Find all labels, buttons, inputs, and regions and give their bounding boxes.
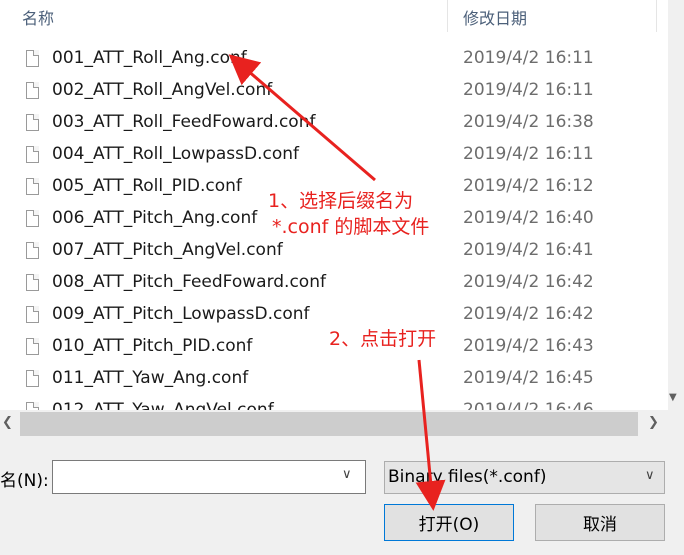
filename-input[interactable] [52,460,366,494]
scroll-right-arrow-icon[interactable]: ❯ [648,415,659,430]
open-button[interactable]: 打开(O) [384,504,514,541]
file-name: 002_ATT_Roll_AngVel.conf [52,80,273,100]
file-icon [26,306,39,323]
horizontal-scrollbar-thumb[interactable] [20,412,638,436]
chevron-down-icon[interactable]: ∨ [645,468,655,483]
vertical-scrollbar[interactable] [668,0,684,410]
file-modified-date: 2019/4/2 16:45 [463,368,594,388]
file-row[interactable]: 002_ATT_Roll_AngVel.conf 2019/4/2 16:11 [0,76,668,108]
file-modified-date: 2019/4/2 16:11 [463,48,594,68]
filetype-selected-value: Binary files(*.conf) [388,467,547,487]
file-name: 008_ATT_Pitch_FeedFoward.conf [52,272,326,292]
file-name: 004_ATT_Roll_LowpassD.conf [52,144,300,164]
column-divider[interactable] [447,0,448,32]
filename-label: 名(N): [0,471,49,491]
file-icon [26,114,39,131]
chevron-down-icon[interactable]: ∨ [342,467,352,482]
file-icon [26,338,39,355]
sort-caret-icon: ˄ [229,0,234,7]
file-name: 003_ATT_Roll_FeedFoward.conf [52,112,316,132]
file-name: 011_ATT_Yaw_Ang.conf [52,368,249,388]
column-header-bar: 名称 ˄ 修改日期 [0,0,668,32]
file-row[interactable]: 008_ATT_Pitch_FeedFoward.conf 2019/4/2 16… [0,268,668,300]
file-modified-date: 2019/4/2 16:38 [463,112,594,132]
file-modified-date: 2019/4/2 16:43 [463,336,594,356]
file-row[interactable]: 001_ATT_Roll_Ang.conf 2019/4/2 16:11 [0,44,668,76]
annotation-step1-line2: *.conf 的脚本文件 [272,216,430,238]
annotation-step2: 2、点击打开 [329,328,437,350]
file-name: 006_ATT_Pitch_Ang.conf [52,208,258,228]
file-name: 005_ATT_Roll_PID.conf [52,176,242,196]
file-modified-date: 2019/4/2 16:42 [463,272,594,292]
column-header-modified[interactable]: 修改日期 [463,5,527,29]
file-icon [26,82,39,99]
file-modified-date: 2019/4/2 16:46 [463,400,594,410]
file-icon [26,274,39,291]
file-icon [26,50,39,67]
file-modified-date: 2019/4/2 16:12 [463,176,594,196]
file-row[interactable]: 012_ATT_Yaw_AngVel.conf 2019/4/2 16:46 [0,396,668,410]
file-name: 001_ATT_Roll_Ang.conf [52,48,247,68]
file-name: 007_ATT_Pitch_AngVel.conf [52,240,283,260]
file-open-dialog: 名称 ˄ 修改日期 001_ATT_Roll_Ang.conf 2019/4/2 … [0,0,684,555]
file-modified-date: 2019/4/2 16:42 [463,304,594,324]
file-icon [26,370,39,387]
scroll-left-arrow-icon[interactable]: ❮ [2,415,13,430]
file-name: 012_ATT_Yaw_AngVel.conf [52,400,274,410]
column-divider[interactable] [656,0,657,32]
file-modified-date: 2019/4/2 16:41 [463,240,594,260]
file-name: 009_ATT_Pitch_LowpassD.conf [52,304,310,324]
file-row[interactable]: 003_ATT_Roll_FeedFoward.conf 2019/4/2 16:… [0,108,668,140]
cancel-button[interactable]: 取消 [535,504,665,541]
scroll-down-arrow-icon[interactable]: ▼ [669,392,677,403]
file-icon [26,242,39,259]
annotation-step1-line1: 1、选择后缀名为 [268,190,414,212]
file-modified-date: 2019/4/2 16:11 [463,144,594,164]
file-name: 010_ATT_Pitch_PID.conf [52,336,253,356]
file-icon [26,178,39,195]
file-modified-date: 2019/4/2 16:11 [463,80,594,100]
file-row[interactable]: 007_ATT_Pitch_AngVel.conf 2019/4/2 16:41 [0,236,668,268]
column-header-name[interactable]: 名称 [22,5,54,29]
file-row[interactable]: 011_ATT_Yaw_Ang.conf 2019/4/2 16:45 [0,364,668,396]
file-icon [26,210,39,227]
file-icon [26,146,39,163]
file-row[interactable]: 004_ATT_Roll_LowpassD.conf 2019/4/2 16:11 [0,140,668,172]
file-icon [26,402,39,410]
file-modified-date: 2019/4/2 16:40 [463,208,594,228]
